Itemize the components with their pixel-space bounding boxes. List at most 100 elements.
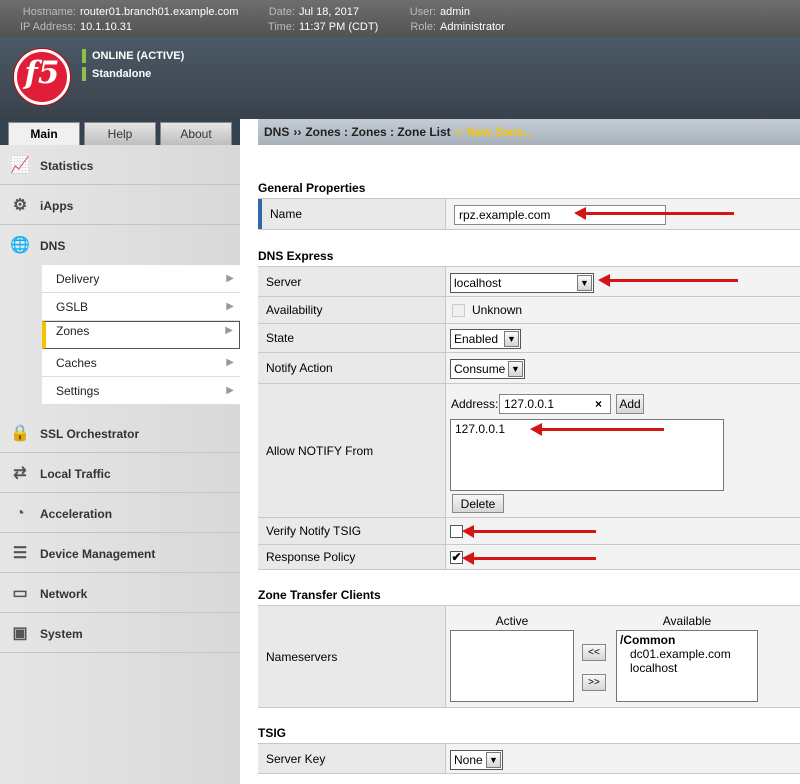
time-label: Time:: [267, 21, 295, 33]
availability-label: Availability: [258, 297, 446, 323]
notify-action-select[interactable]: Consume ▼: [450, 359, 525, 379]
sidebar-item-iapps[interactable]: ⚙ iApps: [0, 187, 240, 225]
row-allow-notify: Allow NOTIFY From Address: 127.0.0.1 × Ad…: [258, 384, 800, 518]
sidebar-item-system[interactable]: ▣ System: [0, 615, 240, 653]
row-notify-action: Notify Action Consume ▼: [258, 353, 800, 384]
sidebar-item-label: System: [40, 627, 83, 641]
gauge-icon: ◔: [15, 505, 25, 522]
user-info: User: admin Role: Administrator: [408, 5, 505, 35]
statistics-icon: 📈: [10, 157, 30, 174]
sidebar-item-dns[interactable]: 🌐 DNS: [0, 227, 240, 265]
lock-icon: 🔒: [10, 425, 30, 442]
sidebar-item-label: Acceleration: [40, 507, 113, 521]
sidebar-item-label: DNS: [40, 239, 66, 253]
allow-notify-label: Allow NOTIFY From: [258, 384, 446, 517]
name-label: Name: [258, 199, 446, 229]
list-item[interactable]: dc01.example.com: [620, 647, 754, 661]
sidebar-item-statistics[interactable]: 📈 Statistics: [0, 147, 240, 185]
sidebar-item-network[interactable]: ▭ Network: [0, 575, 240, 613]
date-label: Date:: [268, 6, 295, 18]
server-key-label: Server Key: [258, 744, 446, 773]
move-left-button[interactable]: <<: [582, 644, 606, 661]
hostname-label: Hostname:: [22, 6, 76, 18]
breadcrumb-zone-list[interactable]: Zones : Zones : Zone List: [305, 125, 450, 139]
sidebar-sub-gslb[interactable]: GSLB ▶: [42, 293, 240, 321]
chevron-down-icon: ▼: [486, 752, 501, 768]
annotation-arrow-icon: [462, 552, 596, 565]
hostname-value: router01.branch01.example.com: [80, 6, 239, 18]
breadcrumb: DNS ›› Zones : Zones : Zone List ›› New Zone…: [258, 119, 800, 145]
chevron-right-icon: ▶: [226, 385, 234, 396]
response-policy-label: Response Policy: [258, 545, 446, 569]
availability-indicator-icon: [452, 304, 465, 317]
annotation-arrow-icon: [462, 525, 596, 538]
chevron-right-icon: ▶: [226, 301, 234, 312]
list-item[interactable]: localhost: [620, 661, 754, 675]
f5-logo[interactable]: f5: [14, 49, 70, 105]
chevron-down-icon: ▼: [504, 331, 519, 347]
address-input[interactable]: 127.0.0.1 ×: [499, 394, 611, 414]
chevron-down-icon: ▼: [577, 275, 592, 291]
main-tabs: Main Help About: [0, 119, 240, 145]
sidebar-item-local-traffic[interactable]: ⇄ Local Traffic: [0, 455, 240, 493]
sidebar-sub-settings[interactable]: Settings ▶: [42, 377, 240, 405]
state-select[interactable]: Enabled ▼: [450, 329, 521, 349]
role-value: Administrator: [440, 21, 505, 33]
breadcrumb-separator: ››: [293, 125, 302, 139]
user-label: User:: [409, 6, 436, 18]
annotation-arrow-icon: [574, 207, 734, 220]
sidebar-item-label: Network: [40, 587, 88, 601]
tab-main[interactable]: Main: [8, 122, 80, 145]
available-header: Available: [662, 614, 712, 628]
server-key-select[interactable]: None ▼: [450, 750, 503, 770]
sidebar-item-label: Statistics: [40, 159, 94, 173]
sidebar-sub-zones[interactable]: Zones ▶: [42, 321, 240, 349]
notify-action-label: Notify Action: [258, 353, 446, 383]
section-tsig: TSIG: [258, 726, 287, 740]
sidebar-sub-delivery[interactable]: Delivery ▶: [42, 265, 240, 293]
status-online: ONLINE (ACTIVE): [82, 49, 184, 63]
sidebar: 📈 Statistics ⚙ iApps 🌐 DNS Delivery ▶ GSLB ▶ …: [0, 145, 240, 784]
server-label: Server: [258, 267, 446, 296]
banner: f5 ONLINE (ACTIVE) Standalone: [0, 37, 800, 119]
tab-about[interactable]: About: [160, 122, 232, 145]
sidebar-item-label: iApps: [40, 199, 74, 213]
dns-globe-icon: 🌐: [10, 237, 30, 254]
list-group-header: /Common: [620, 633, 676, 647]
sidebar-item-device-management[interactable]: ☰ Device Management: [0, 535, 240, 573]
local-traffic-icon: ⇄: [13, 465, 27, 482]
chevron-right-icon: ▶: [226, 357, 234, 368]
sidebar-sub-caches[interactable]: Caches ▶: [42, 349, 240, 377]
move-right-button[interactable]: >>: [582, 674, 606, 691]
time-value: 11:37 PM (CDT): [299, 21, 379, 33]
active-nameservers-list[interactable]: [450, 630, 574, 702]
available-nameservers-list[interactable]: /Common dc01.example.com localhost: [616, 630, 758, 702]
network-icon: ▭: [12, 585, 28, 602]
state-label: State: [258, 324, 446, 352]
role-label: Role:: [410, 21, 436, 33]
verify-tsig-label: Verify Notify TSIG: [258, 518, 446, 544]
sidebar-item-ssl-orchestrator[interactable]: 🔒 SSL Orchestrator: [0, 415, 240, 453]
ip-value: 10.1.10.31: [80, 21, 132, 33]
annotation-arrow-icon: [530, 423, 664, 436]
chevron-right-icon: ▶: [226, 273, 234, 284]
tab-help[interactable]: Help: [84, 122, 156, 145]
iapps-icon: ⚙: [12, 197, 28, 214]
section-dns-express: DNS Express: [258, 249, 334, 263]
host-info: Hostname: router01.branch01.example.com I…: [18, 5, 238, 35]
sidebar-item-label: Device Management: [40, 547, 156, 561]
name-input[interactable]: rpz.example.com: [454, 205, 666, 225]
top-status-bar: Hostname: router01.branch01.example.com I…: [0, 0, 800, 37]
delete-address-button[interactable]: Delete: [452, 494, 504, 513]
row-nameservers: Nameservers Active << >> Available /Comm…: [258, 605, 800, 708]
date-value: Jul 18, 2017: [299, 6, 359, 18]
server-select[interactable]: localhost ▼: [450, 273, 594, 293]
breadcrumb-separator: ››: [454, 125, 463, 139]
ip-label: IP Address:: [19, 21, 76, 33]
breadcrumb-dns[interactable]: DNS: [264, 125, 289, 139]
sidebar-item-acceleration[interactable]: ◔ Acceleration: [0, 495, 240, 533]
address-label: Address:: [451, 397, 499, 411]
sidebar-item-label: SSL Orchestrator: [40, 427, 140, 441]
clear-icon[interactable]: ×: [595, 395, 602, 413]
add-address-button[interactable]: Add: [616, 394, 644, 414]
